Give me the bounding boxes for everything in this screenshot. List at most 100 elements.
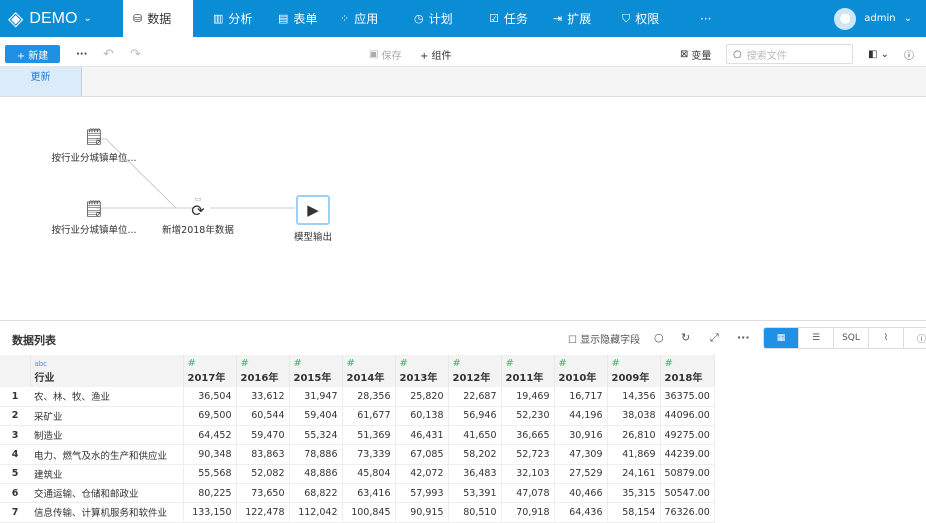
- chevron-down-icon: ⌄: [903, 13, 912, 24]
- value-cell: 57,993: [395, 483, 449, 504]
- nav-tab-1[interactable]: ▥ 分析: [203, 0, 262, 37]
- value-cell: 64,452: [183, 425, 237, 446]
- row-number: 5: [0, 464, 30, 484]
- refresh-icon[interactable]: ↻: [681, 331, 690, 344]
- info-icon[interactable]: ⓘ: [904, 328, 926, 348]
- value-cell: 50879.00: [660, 464, 715, 484]
- nav-more-button[interactable]: ···: [690, 0, 721, 37]
- search-input[interactable]: ○ 搜索文件: [726, 44, 853, 64]
- value-cell: 41,869: [607, 444, 661, 465]
- value-cell: 69,500: [183, 406, 237, 427]
- column-header[interactable]: #2017年: [183, 355, 237, 387]
- node-label: 新增2018年数据: [162, 225, 234, 236]
- column-header[interactable]: #2018年: [660, 355, 715, 387]
- toolbar: + 新建 ··· ↶ ↷ ▣ 保存 + 组件 ⊠ 变量 ○ 搜索文件 ◧ ⌄ ⓘ: [0, 37, 926, 67]
- search-icon[interactable]: ○: [654, 331, 664, 344]
- flow-node-source-1[interactable]: 🗒 按行业分城镇单位...: [48, 127, 140, 164]
- nav-tab-2[interactable]: ▤ 表单: [268, 0, 327, 37]
- value-cell: 55,324: [289, 425, 343, 446]
- expand-icon[interactable]: ⤢: [710, 331, 719, 345]
- value-cell: 25,820: [395, 387, 449, 407]
- list-view-icon[interactable]: ☰: [799, 328, 834, 348]
- value-cell: 59,404: [289, 406, 343, 427]
- nav-tab-0[interactable]: ⛁ 数据: [123, 0, 193, 37]
- pulse-view-icon[interactable]: ⌇: [869, 328, 904, 348]
- value-cell: 59,470: [236, 425, 290, 446]
- nav-tab-5[interactable]: ☑ 任务: [479, 0, 538, 37]
- show-hidden-fields-checkbox[interactable]: ☐ 显示隐藏字段: [568, 331, 640, 346]
- more-icon[interactable]: ···: [737, 331, 750, 344]
- redo-button[interactable]: ↷: [130, 45, 141, 63]
- value-cell: 67,085: [395, 444, 449, 465]
- value-cell: 35,315: [607, 483, 661, 504]
- column-header[interactable]: #2010年: [554, 355, 608, 387]
- flow-node-transform[interactable]: ▭ ⟳ 新增2018年数据: [158, 195, 238, 236]
- column-header[interactable]: #2016年: [236, 355, 290, 387]
- value-cell: 44239.00: [660, 444, 715, 465]
- nav-tab-3[interactable]: ⁘ 应用: [330, 0, 388, 37]
- text-type-icon: abc: [34, 360, 48, 368]
- table-row[interactable]: 6 交通运输、仓储和邮政业 80,225 73,650 68,822 63,416 57,9…: [0, 483, 715, 504]
- undo-button[interactable]: ↶: [103, 45, 114, 63]
- value-cell: 60,544: [236, 406, 290, 427]
- value-cell: 32,103: [501, 464, 555, 484]
- value-cell: 100,845: [342, 502, 396, 523]
- value-cell: 27,529: [554, 464, 608, 484]
- number-type-icon: #: [664, 358, 673, 369]
- save-label: 保存: [381, 50, 402, 62]
- value-cell: 38,038: [607, 406, 661, 427]
- column-header[interactable]: #2014年: [342, 355, 396, 387]
- value-cell: 30,916: [554, 425, 608, 446]
- value-cell: 60,138: [395, 406, 449, 427]
- table-row[interactable]: 2 采矿业 69,500 60,544 59,404 61,677 60,138 56,946…: [0, 406, 715, 427]
- value-cell: 80,510: [448, 502, 502, 523]
- flow-node-output[interactable]: ▶ 模型输出: [288, 195, 338, 243]
- column-title: 2017年: [187, 373, 226, 384]
- table-row[interactable]: 5 建筑业 55,568 52,082 48,886 45,804 42,072 36,483…: [0, 464, 715, 484]
- column-header[interactable]: #2013年: [395, 355, 449, 387]
- value-cell: 73,339: [342, 444, 396, 465]
- value-cell: 52,723: [501, 444, 555, 465]
- add-component-button[interactable]: + 组件: [420, 45, 452, 63]
- table-row[interactable]: 3 制造业 64,452 59,470 55,324 51,369 46,431 41,650…: [0, 425, 715, 446]
- table-view-icon[interactable]: ▦: [764, 328, 799, 348]
- value-cell: 36375.00: [660, 387, 715, 407]
- column-title: 行业: [34, 373, 55, 384]
- nav-tab-7[interactable]: ⛉ 权限: [612, 0, 669, 37]
- value-cell: 90,348: [183, 444, 237, 465]
- flow-canvas[interactable]: 🗒 按行业分城镇单位... 🗒 按行业分城镇单位... ▭ ⟳ 新增2018年数据 ▶ 模…: [0, 97, 926, 321]
- column-header[interactable]: #2009年: [607, 355, 661, 387]
- sql-view-button[interactable]: SQL: [834, 328, 869, 348]
- value-cell: 78,886: [289, 444, 343, 465]
- table-row[interactable]: 1 农、林、牧、渔业 36,504 33,612 31,947 28,356 25,820 2…: [0, 387, 715, 407]
- tab-update[interactable]: 更新: [0, 67, 82, 96]
- more-button[interactable]: ···: [76, 45, 87, 63]
- value-cell: 80,225: [183, 483, 237, 504]
- value-cell: 53,391: [448, 483, 502, 504]
- save-icon: ▣: [369, 48, 379, 60]
- user-menu[interactable]: ● admin ⌄: [834, 0, 912, 37]
- column-header[interactable]: #2012年: [448, 355, 502, 387]
- flow-node-source-2[interactable]: 🗒 按行业分城镇单位...: [48, 199, 140, 236]
- avatar: ●: [834, 7, 857, 30]
- column-header[interactable]: abc 行业: [30, 355, 184, 387]
- save-button[interactable]: ▣ 保存: [369, 45, 401, 63]
- new-button[interactable]: + 新建: [5, 45, 60, 63]
- layout-toggle-button[interactable]: ◧ ⌄: [868, 45, 889, 63]
- table-row[interactable]: 7 信息传输、计算机服务和软件业 133,150 122,478 112,042 100,…: [0, 502, 715, 523]
- variables-button[interactable]: ⊠ 变量: [680, 45, 711, 63]
- info-icon[interactable]: ⓘ: [904, 45, 914, 63]
- nav-tab-6[interactable]: ⇥ 扩展: [543, 0, 601, 37]
- value-cell: 36,483: [448, 464, 502, 484]
- nav-label: 分析: [228, 12, 253, 26]
- column-header[interactable]: #2015年: [289, 355, 343, 387]
- table-row[interactable]: 4 电力、燃气及水的生产和供应业 90,348 83,863 78,886 73,339 6…: [0, 444, 715, 465]
- value-cell: 16,717: [554, 387, 608, 407]
- nav-label: 数据: [147, 12, 172, 26]
- value-cell: 36,504: [183, 387, 237, 407]
- nav-label: 表单: [293, 12, 318, 26]
- app-switcher[interactable]: ◈ DEMO ⌄: [8, 0, 92, 37]
- nav-tab-4[interactable]: ◷ 计划: [404, 0, 463, 37]
- tab-strip: 更新: [0, 67, 926, 97]
- column-header[interactable]: #2011年: [501, 355, 555, 387]
